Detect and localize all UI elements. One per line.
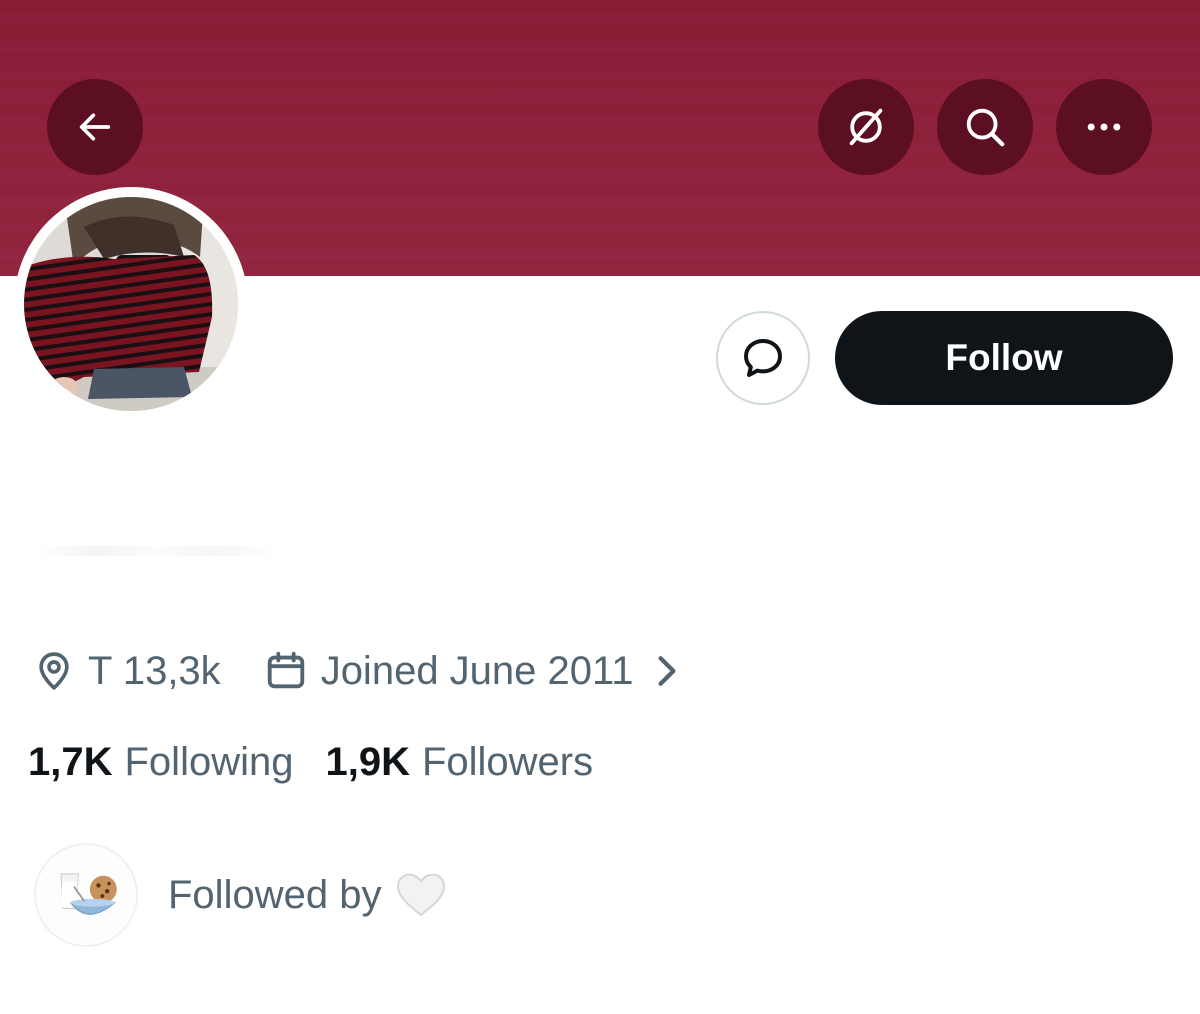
chevron-right-icon (652, 654, 694, 688)
more-button[interactable] (1056, 79, 1152, 175)
follow-button[interactable]: Follow (835, 311, 1173, 405)
avatar-image (24, 197, 238, 411)
followers-label: Followers (421, 739, 594, 784)
location-pin-icon (39, 652, 69, 690)
followed-by-label: Followed by (168, 872, 382, 917)
grok-button[interactable] (818, 79, 914, 175)
back-button[interactable] (47, 79, 143, 175)
following-count: 1,7K (28, 739, 113, 784)
calendar-icon (267, 651, 304, 689)
white-heart-icon (395, 871, 447, 919)
profile-avatar[interactable] (14, 187, 248, 421)
follow-stats: 1,7K Following 1,9K Followers (28, 737, 593, 787)
followers-count: 1,9K (325, 739, 410, 784)
blank-bio-area (36, 546, 276, 556)
followers-link[interactable]: 1,9K Followers (325, 740, 593, 785)
arrow-left-icon (79, 113, 111, 141)
profile-meta-row: T 13,3k Joined June 2011 (32, 645, 694, 697)
location: T 13,3k (32, 649, 221, 694)
search-icon (966, 108, 1005, 147)
join-date-text: Joined June 2011 (320, 648, 634, 693)
follower-avatar (34, 843, 138, 947)
grok-icon (849, 108, 883, 146)
join-date[interactable]: Joined June 2011 (263, 648, 694, 694)
following-link[interactable]: 1,7K Following (28, 740, 293, 785)
search-button[interactable] (937, 79, 1033, 175)
location-text: T 13,3k (88, 648, 221, 693)
followed-by-row[interactable]: Followed by (34, 842, 447, 948)
message-bubble-icon (744, 339, 782, 377)
following-label: Following (124, 739, 294, 784)
message-button[interactable] (716, 311, 810, 405)
more-horizontal-icon (1087, 123, 1121, 131)
